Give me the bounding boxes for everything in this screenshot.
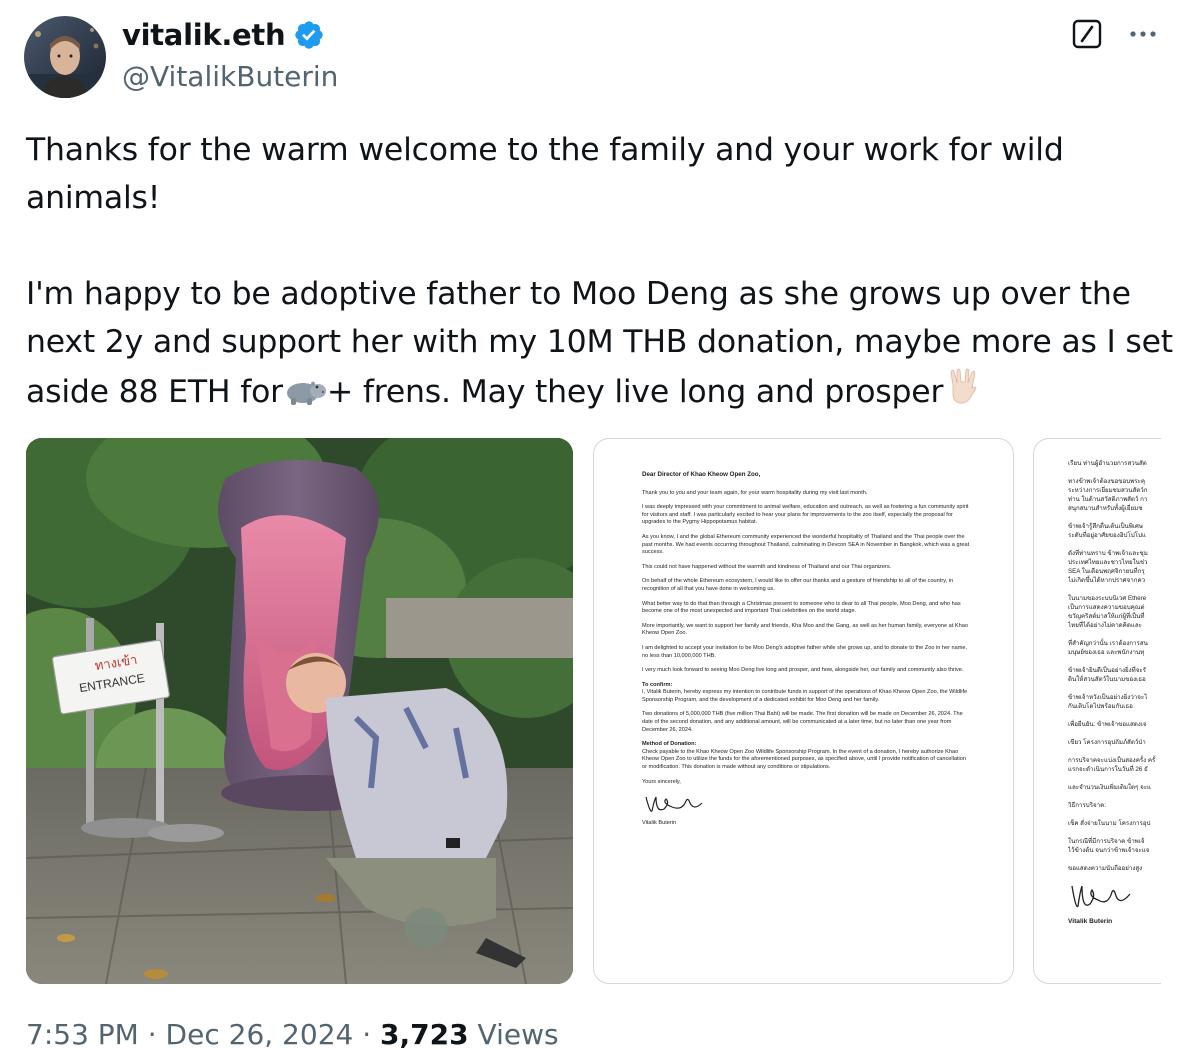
- thai-line: และจำนวนเงินเพิ่มเติมใดๆ จะแ: [1068, 784, 1152, 791]
- letter-paragraph: On behalf of the whole Ethereum ecosyste…: [642, 578, 954, 592]
- letter-paragraph: I was deeply impressed with your commitm…: [642, 504, 969, 526]
- thai-line: เช็ค สั่งจ่ายในนาม โครงการอุป: [1068, 820, 1151, 827]
- letter-paragraph: I am delighted to accept your invitation…: [642, 644, 968, 659]
- thai-line: เขียว โครงการอุปถัมภ์สัตว์ป่า: [1068, 739, 1146, 746]
- thai-letter-signer: Vitalik Buterin: [1068, 918, 1113, 925]
- thai-line: กันเติบโตไปพร้อมกับเธอ: [1068, 703, 1133, 710]
- thai-line: ในกรณีที่มีการบริจาค ข้าพเจ้: [1068, 838, 1145, 845]
- thai-line: ดังที่ท่านทราบ ข้าพเจ้าและชุม: [1068, 550, 1148, 557]
- letter-paragraph: What better way to do that than through …: [642, 600, 961, 615]
- signature-icon: [645, 796, 703, 813]
- thai-line: ขอแสดงความนับถืออย่างสูง: [1068, 865, 1143, 872]
- thai-line: สนุกสนานสำหรับทั้งผู้เยี่ยมช: [1068, 505, 1143, 512]
- letter-paragraph: I, Vitalik Buterin, hereby express my in…: [642, 689, 968, 703]
- media-letter-english[interactable]: Dear Director of Khao Kheow Open Zoo, Th…: [593, 438, 1014, 984]
- tweet-time[interactable]: 7:53 PM: [26, 1018, 139, 1049]
- tweet-text-segment: + frens. May they live long and prosper: [326, 374, 944, 410]
- tweet-line: Thanks for the warm welcome to the famil…: [26, 132, 1064, 168]
- tweet-text-segment: aside 88 ETH for: [26, 374, 283, 410]
- letter-paragraph: More importantly, we want to support her…: [642, 622, 968, 637]
- verified-badge-icon[interactable]: [293, 19, 325, 51]
- tweet-actions: [1071, 18, 1161, 50]
- thai-line: ทางข้าพเจ้าต้องขอขอบพระคุ: [1068, 478, 1146, 485]
- avatar[interactable]: [24, 16, 106, 98]
- thai-line: ท่าน ในด้านสวัสดิภาพสัตว์ กา: [1068, 496, 1148, 503]
- vulcan-salute-icon: [943, 366, 983, 420]
- thai-line: ประเทศไทยและชาวไทยในช่ว: [1068, 559, 1148, 566]
- avatar-image: [24, 16, 106, 98]
- letter-salutation: Dear Director of Khao Kheow Open Zoo,: [642, 471, 761, 478]
- more-icon[interactable]: [1125, 18, 1161, 50]
- thai-line: แรกจะดำเนินการในวันที่ 26 ธั: [1068, 766, 1148, 773]
- thai-line: ระดับที่อยู่อาศัยของฮิปโปโปแ: [1068, 532, 1146, 539]
- letter-document: Dear Director of Khao Kheow Open Zoo, Th…: [642, 471, 970, 835]
- author-name-row: vitalik.eth: [122, 18, 325, 52]
- thai-line: SEA ในเดือนพฤศจิกายนที่กรุ: [1068, 568, 1145, 575]
- display-name[interactable]: vitalik.eth: [122, 18, 286, 52]
- thai-line: ที่สำคัญกว่านั้น เราต้องการสน: [1068, 640, 1148, 647]
- thai-line: การบริจาคจะแบ่งเป็นสองครั้ง ครั้: [1068, 757, 1156, 764]
- thai-line: ระหว่างการเยี่ยมชมสวนสัตว์ก: [1068, 487, 1148, 494]
- thai-line: ข้าพเจ้าหวังเป็นอย่างยิ่งว่าจะไ: [1068, 694, 1148, 701]
- thai-line: ไว้ข้างต้น จนกว่าข้าพเจ้าจะแจ: [1068, 847, 1150, 854]
- thai-letter-document: เรียน ท่านผู้อำนวยการสวนสัต ทางข้าพเจ้าต…: [1068, 459, 1161, 935]
- grok-icon[interactable]: [1071, 18, 1103, 50]
- thai-line: เป็นการแสดงความขอบคุณต่: [1068, 604, 1145, 611]
- letter-paragraph: Thank you to you and your team again, fo…: [642, 489, 868, 496]
- thai-line: ไทยที่ได้อย่างไม่คาดคิดและ: [1068, 622, 1142, 629]
- thai-line: ข้าพเจ้ายินดีเป็นอย่างยิ่งที่จะรั: [1068, 667, 1146, 674]
- thai-line: ข้าพเจ้ารู้สึกตื่นเต้นเป็นพิเศษ: [1068, 523, 1143, 530]
- hippo-emoji-icon: [283, 372, 327, 420]
- thai-line: ไม่เกิดขึ้นได้หากปราศจากคว: [1068, 577, 1146, 584]
- media-letter-thai[interactable]: เรียน ท่านผู้อำนวยการสวนสัต ทางข้าพเจ้าต…: [1033, 438, 1161, 984]
- signature-icon: [1071, 885, 1131, 908]
- tweet-line: animals!: [26, 180, 161, 216]
- thai-line: เรียน ท่านผู้อำนวยการสวนสัต: [1068, 460, 1147, 467]
- thai-line: มนุษย์ของเธอ และพนักงานทุ: [1068, 649, 1145, 656]
- handle[interactable]: @VitalikButerin: [122, 60, 338, 93]
- thai-line: วิธีการบริจาค:: [1068, 802, 1107, 809]
- letter-signer: Vitalik Buterin: [642, 820, 677, 827]
- letter-closing: Yours sincerely,: [642, 778, 681, 785]
- views-label: Views: [477, 1018, 559, 1049]
- tweet-metadata: 7:53 PM · Dec 26, 2024 · 3,723 Views: [26, 1018, 559, 1049]
- view-count: 3,723: [380, 1018, 469, 1049]
- letter-heading: To confirm:: [642, 681, 673, 688]
- tweet-line: I'm happy to be adoptive father to Moo D…: [26, 276, 1131, 312]
- tweet-date[interactable]: Dec 26, 2024: [166, 1018, 354, 1049]
- media-gallery: ทางเข้า ENTRANCE Dear Director of Khao K…: [26, 438, 1161, 984]
- thai-line: เพื่อยืนยัน: ข้าพเจ้าขอแสดงเจ: [1068, 721, 1147, 728]
- tweet-line-with-emoji: aside 88 ETH for + frens. May they live …: [26, 366, 1166, 420]
- letter-paragraph: Two donations of 5,000,000 THB (five mil…: [642, 711, 963, 733]
- thai-line: ขวัญคริสต์มาสให้แก่ผู้ที่เป็นที่: [1068, 613, 1145, 620]
- media-photo[interactable]: ทางเข้า ENTRANCE: [26, 438, 573, 984]
- thai-line: ในนามของระบบนิเวศ Ethere: [1068, 595, 1147, 602]
- tweet-line: next 2y and support her with my 10M THB …: [26, 324, 1173, 360]
- tweet-text: Thanks for the warm welcome to the famil…: [26, 126, 1173, 420]
- letter-paragraph: I very much look forward to seeing Moo D…: [642, 667, 964, 674]
- letter-heading: Method of Donation:: [642, 741, 697, 748]
- letter-paragraph: As you know, I and the global Ethereum c…: [642, 533, 970, 556]
- thai-line: ดินให้สวนสัตว์ในนามของเธอ: [1068, 676, 1146, 683]
- letter-paragraph: This could not have happened without the…: [642, 563, 892, 570]
- letter-paragraph: Check payable to the Khao Kheow Open Zoo…: [642, 748, 967, 771]
